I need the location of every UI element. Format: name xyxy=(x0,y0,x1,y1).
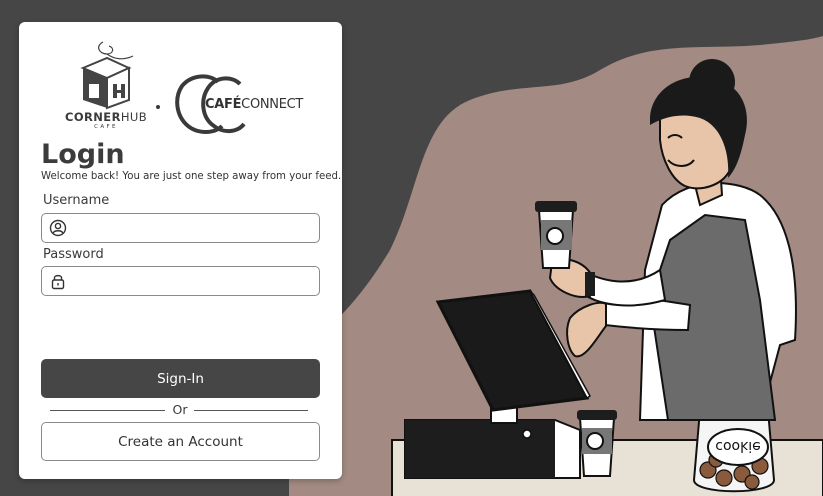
cornerhub-subtitle: CAFE xyxy=(94,124,118,130)
username-label: Username xyxy=(43,193,110,208)
jar-label: cookie xyxy=(715,438,760,454)
divider-left xyxy=(50,410,165,411)
login-card: CORNERHUB CAFE CAFÉCONNECT Login Welcome… xyxy=(19,22,342,479)
divider-right xyxy=(194,410,308,411)
user-circle-icon xyxy=(49,219,67,237)
cornerhub-name: CORNERHUB xyxy=(65,110,147,124)
password-input[interactable] xyxy=(74,267,314,295)
page-title: Login xyxy=(41,139,125,170)
cafeconnect-name: CAFÉCONNECT xyxy=(205,97,304,112)
lock-icon xyxy=(51,274,65,290)
password-label: Password xyxy=(43,247,104,262)
sign-in-button[interactable]: Sign-In xyxy=(41,359,320,398)
brand-logos: CORNERHUB CAFE CAFÉCONNECT xyxy=(19,40,342,135)
create-account-button[interactable]: Create an Account xyxy=(41,422,320,461)
logo-separator-dot xyxy=(156,105,160,109)
hair-bun xyxy=(689,59,735,105)
username-input[interactable] xyxy=(74,214,314,242)
or-separator: Or xyxy=(172,402,188,417)
username-field[interactable] xyxy=(41,213,320,243)
page-subtitle: Welcome back! You are just one step away… xyxy=(41,171,342,182)
password-field[interactable] xyxy=(41,266,320,296)
